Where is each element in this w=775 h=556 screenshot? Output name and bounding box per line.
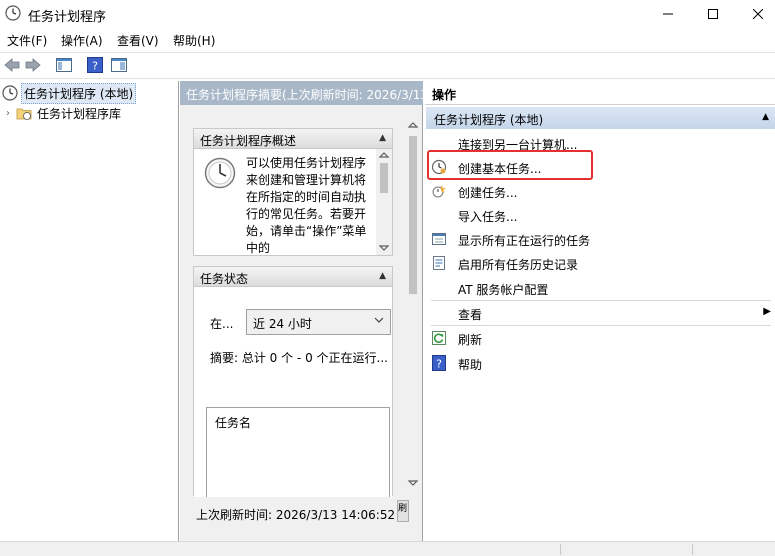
summary-header: 任务计划程序摘要(上次刷新时间: 2026/3/13 <box>180 81 423 105</box>
show-hide-console-tree-button[interactable] <box>54 56 74 76</box>
overview-section: 任务计划程序概述 ▲ 可以使用任务计划程序来创建和管理计算机将在所指定的时间自动… <box>193 128 393 256</box>
submenu-arrow-icon: ▶ <box>763 306 771 317</box>
last-refresh-text: 上次刷新时间: 2026/3/13 14:06:52 <box>196 508 396 522</box>
expand-chevron-icon[interactable]: › <box>6 108 10 119</box>
action-create-task[interactable]: 创建任务... <box>425 180 775 202</box>
tree-item-label: 任务计划程序 (本地) <box>21 82 137 104</box>
tree-item-library[interactable]: › 任务计划程序库 <box>6 104 123 122</box>
big-clock-icon <box>204 157 236 192</box>
forward-arrow-icon <box>25 57 41 75</box>
refresh-button-label: 刷 <box>398 504 408 514</box>
action-at-service-account[interactable]: AT 服务帐户配置 <box>425 277 775 299</box>
task-status-header[interactable]: 任务状态 ▲ <box>194 267 392 287</box>
window-title: 任务计划程序 <box>28 10 107 25</box>
close-button[interactable] <box>735 0 775 28</box>
history-icon <box>431 255 447 271</box>
action-show-running-tasks[interactable]: 显示所有正在运行的任务 <box>425 228 775 250</box>
summary-scrollbar[interactable] <box>405 118 421 494</box>
console-tree: 任务计划程序 (本地) › 任务计划程序库 <box>0 81 179 541</box>
new-task-icon <box>431 183 447 199</box>
action-label: 导入任务... <box>458 210 518 224</box>
running-tasks-icon <box>431 231 447 247</box>
collapse-caret-icon[interactable]: ▲ <box>379 271 386 281</box>
task-status-body: 在... 近 24 小时 摘要: 总计 0 个 - 0 个正在运行... 任务名 <box>194 287 392 517</box>
maximize-button[interactable] <box>690 0 736 28</box>
help-toolbar-button[interactable]: ? <box>85 56 105 76</box>
menu-action[interactable]: 操作(A) <box>61 32 103 49</box>
forward-button[interactable] <box>23 56 43 76</box>
help-icon: ? <box>431 355 447 371</box>
menu-file[interactable]: 文件(F) <box>7 32 47 49</box>
time-range-value: 近 24 小时 <box>253 317 312 331</box>
chevron-down-icon <box>374 314 384 329</box>
overview-scrollbar[interactable] <box>376 149 392 255</box>
action-label: 查看 <box>458 308 483 322</box>
task-status-title: 任务状态 <box>200 272 249 286</box>
help-icon: ? <box>87 56 103 76</box>
status-divider <box>692 544 693 555</box>
actions-group-title: 任务计划程序 (本地) <box>434 113 544 127</box>
action-import-task[interactable]: 导入任务... <box>425 204 775 226</box>
overview-title: 任务计划程序概述 <box>200 134 297 148</box>
minimize-button[interactable] <box>645 0 691 28</box>
time-range-select[interactable]: 近 24 小时 <box>246 309 391 335</box>
action-label: 启用所有任务历史记录 <box>458 258 579 272</box>
svg-text:?: ? <box>436 358 442 371</box>
action-refresh[interactable]: 刷新 <box>425 327 775 349</box>
action-label: 帮助 <box>458 358 483 372</box>
collapse-caret-icon[interactable]: ▲ <box>379 133 386 143</box>
action-pane-icon <box>111 57 127 76</box>
refresh-button[interactable]: 刷 <box>397 500 409 522</box>
actions-title: 操作 <box>425 81 775 105</box>
actions-group-header[interactable]: 任务计划程序 (本地) ▲ <box>426 107 775 129</box>
overview-text: 可以使用任务计划程序来创建和管理计算机将在所指定的时间自动执行的常见任务。若要开… <box>246 156 367 255</box>
time-range-label: 在... <box>210 317 234 331</box>
action-view-menu[interactable]: 查看 ▶ <box>425 302 775 324</box>
action-label: 创建任务... <box>458 186 518 200</box>
back-button[interactable] <box>2 56 22 76</box>
title-bar: 任务计划程序 <box>0 0 775 30</box>
tree-item-label: 任务计划程序库 <box>37 106 122 121</box>
tree-item-local[interactable]: 任务计划程序 (本地) <box>2 82 137 104</box>
collapse-caret-icon[interactable]: ▲ <box>762 112 769 122</box>
highlight-annotation <box>427 150 593 180</box>
action-enable-history[interactable]: 启用所有任务历史记录 <box>425 252 775 274</box>
refresh-bar: 上次刷新时间: 2026/3/13 14:06:52 刷 <box>193 497 409 529</box>
action-label: 刷新 <box>458 333 483 347</box>
status-bar <box>0 541 775 556</box>
overview-body: 可以使用任务计划程序来创建和管理计算机将在所指定的时间自动执行的常见任务。若要开… <box>194 149 392 275</box>
clock-icon <box>2 85 18 101</box>
status-divider <box>560 544 561 555</box>
task-scheduler-clock-icon <box>5 5 21 21</box>
action-label: 显示所有正在运行的任务 <box>458 234 591 248</box>
menu-bar: 文件(F) 操作(A) 查看(V) 帮助(H) <box>0 30 775 50</box>
folder-clock-icon <box>16 105 32 121</box>
task-name-column-header[interactable]: 任务名 <box>215 414 251 431</box>
menu-view[interactable]: 查看(V) <box>117 32 159 49</box>
back-arrow-icon <box>4 57 20 75</box>
task-status-section: 任务状态 ▲ 在... 近 24 小时 摘要: 总计 0 个 - 0 个正在运行… <box>193 266 393 517</box>
task-summary: 摘要: 总计 0 个 - 0 个正在运行... <box>210 351 388 365</box>
toolbar: ? <box>0 52 775 79</box>
show-hide-action-pane-button[interactable] <box>109 56 129 76</box>
menu-help[interactable]: 帮助(H) <box>173 32 215 49</box>
actions-divider <box>431 300 771 301</box>
actions-divider <box>431 325 771 326</box>
refresh-icon <box>431 330 447 346</box>
action-help[interactable]: ? 帮助 <box>425 352 775 374</box>
svg-text:?: ? <box>92 59 98 72</box>
overview-header[interactable]: 任务计划程序概述 ▲ <box>194 129 392 149</box>
action-label: AT 服务帐户配置 <box>458 283 549 297</box>
console-tree-icon <box>56 57 72 76</box>
